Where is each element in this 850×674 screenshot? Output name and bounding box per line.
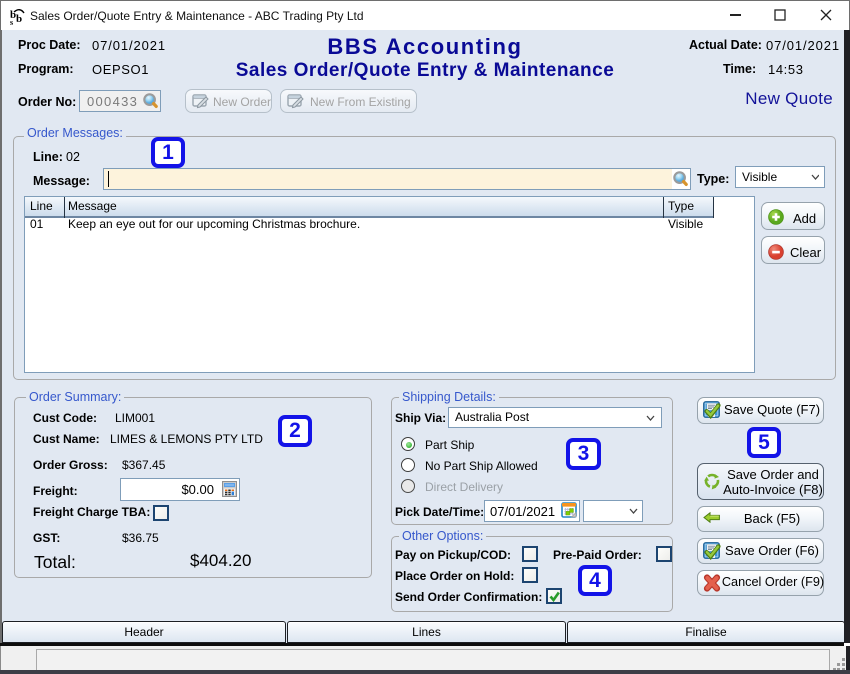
svg-text:s: s (10, 18, 13, 26)
svg-text:b: b (16, 13, 22, 25)
